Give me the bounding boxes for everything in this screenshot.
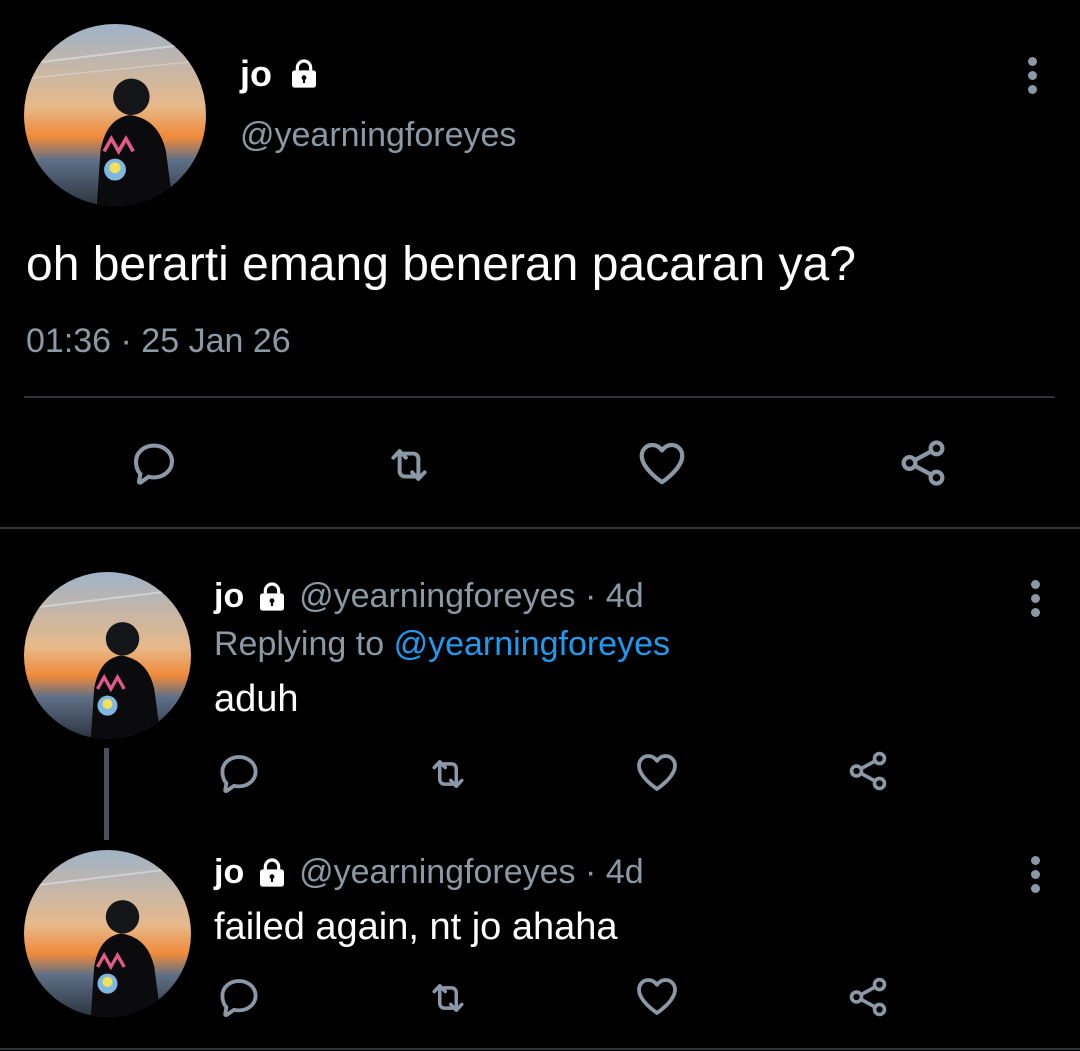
reply-icon[interactable]: [128, 438, 180, 490]
display-name[interactable]: jo: [214, 577, 244, 615]
display-name[interactable]: jo: [214, 853, 244, 891]
more-icon[interactable]: [1029, 580, 1041, 622]
thread-line: [104, 748, 109, 840]
replying-to: Replying to @yearningforeyes: [214, 622, 670, 666]
like-icon[interactable]: [633, 748, 681, 796]
replying-to-label: Replying to: [214, 625, 385, 663]
tweet-text: oh berarti emang beneran pacaran ya?: [26, 238, 856, 291]
handle[interactable]: @yearningforeyes: [299, 853, 575, 891]
more-icon[interactable]: [1029, 856, 1041, 898]
timestamp: 01:36 · 25 Jan 26: [26, 322, 291, 360]
reply-icon[interactable]: [215, 974, 263, 1022]
like-icon[interactable]: [633, 972, 681, 1020]
avatar[interactable]: [24, 850, 191, 1017]
post-age: · 4d: [585, 577, 644, 615]
share-icon[interactable]: [896, 436, 950, 490]
share-icon[interactable]: [845, 748, 891, 794]
lock-icon: [254, 855, 290, 887]
share-icon[interactable]: [845, 974, 891, 1020]
retweet-icon[interactable]: [420, 752, 476, 796]
reply-header: jo @yearningforeyes · 4d: [214, 850, 644, 894]
more-icon[interactable]: [1026, 57, 1038, 99]
lock-icon: [254, 579, 290, 611]
reply-text: aduh: [214, 678, 299, 720]
section-divider: [0, 527, 1080, 529]
reply-header: jo @yearningforeyes · 4d: [214, 574, 644, 618]
lock-icon: [286, 57, 322, 89]
avatar[interactable]: [24, 572, 191, 739]
handle[interactable]: @yearningforeyes: [299, 577, 575, 615]
post-age: · 4d: [585, 853, 644, 891]
retweet-icon[interactable]: [378, 440, 440, 490]
reply-text: failed again, nt jo ahaha: [214, 906, 618, 948]
like-icon[interactable]: [633, 436, 691, 490]
replying-to-handle[interactable]: @yearningforeyes: [394, 625, 670, 663]
profile-photo: [24, 24, 206, 206]
divider: [24, 396, 1055, 398]
retweet-icon[interactable]: [420, 976, 476, 1020]
reply-icon[interactable]: [215, 750, 263, 798]
avatar[interactable]: [24, 24, 206, 206]
profile-photo: [24, 572, 191, 739]
bottom-divider: [0, 1048, 1080, 1050]
handle[interactable]: @yearningforeyes: [240, 115, 516, 155]
profile-photo: [24, 850, 191, 1017]
display-name[interactable]: jo: [240, 54, 322, 94]
